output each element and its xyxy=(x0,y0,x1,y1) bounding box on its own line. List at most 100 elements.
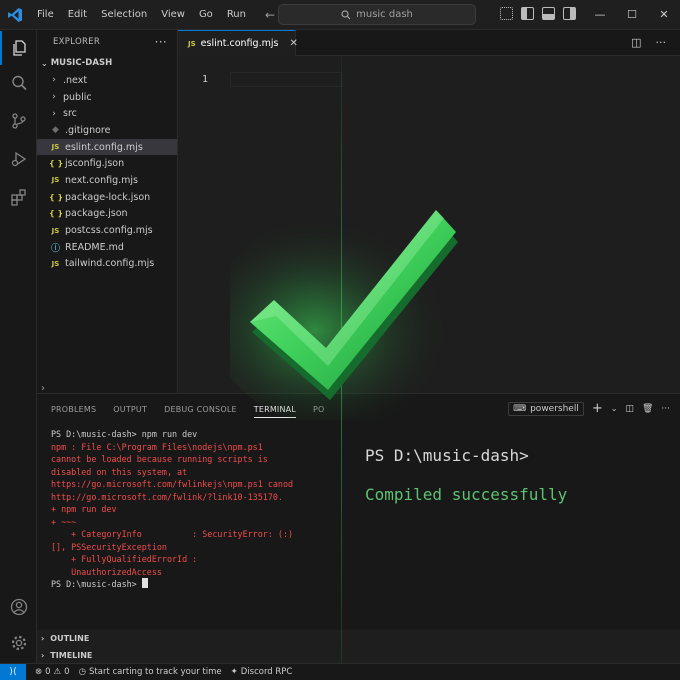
tab-problems[interactable]: PROBLEMS xyxy=(51,405,96,414)
close-window-icon[interactable]: ✕ xyxy=(648,0,680,30)
tree-folder[interactable]: › .next xyxy=(37,72,177,89)
search-icon[interactable] xyxy=(0,66,37,100)
status-bar: ⟩⟨ ⊗ 0 ⚠ 0 ◷ Start carting to track your… xyxy=(0,663,680,680)
tree-file[interactable]: JS postcss.config.mjs xyxy=(37,222,177,239)
more-actions-icon[interactable]: ··· xyxy=(661,404,670,414)
vscode-logo-icon xyxy=(0,0,30,30)
problems-status[interactable]: ⊗ 0 ⚠ 0 xyxy=(35,667,70,677)
menu-selection[interactable]: Selection xyxy=(94,0,154,30)
tree-file[interactable]: { } jsconfig.json xyxy=(37,155,177,172)
time-tracker-text: Start carting to track your time xyxy=(89,667,222,677)
menu-run[interactable]: Run xyxy=(220,0,253,30)
line-number: 1 xyxy=(202,74,209,85)
tab-eslint-config[interactable]: JS eslint.config.mjs ✕ xyxy=(178,30,298,56)
terminal-error-line: + FullyQualifiedErrorId : xyxy=(51,554,198,564)
tab-output[interactable]: OUTPUT xyxy=(113,405,147,414)
toggle-primary-sidebar-icon[interactable] xyxy=(521,7,534,20)
run-debug-icon[interactable] xyxy=(0,142,37,176)
menu-file[interactable]: File xyxy=(30,0,61,30)
gear-icon[interactable] xyxy=(0,626,37,660)
javascript-file-icon: JS xyxy=(51,226,60,235)
terminal-toolbar: ⌨ powershell + ⌄ ◫ 🗑 ··· xyxy=(508,401,670,416)
chevron-right-icon: › xyxy=(41,650,45,660)
menu-go[interactable]: Go xyxy=(192,0,220,30)
tree-item-label: package.json xyxy=(65,208,128,220)
editor-actions: ◫ ··· xyxy=(631,36,666,49)
discord-icon: ✦ xyxy=(230,667,238,677)
tree-item-label: eslint.config.mjs xyxy=(65,141,143,153)
tree-file[interactable]: JS tailwind.config.mjs xyxy=(37,256,177,273)
discord-status[interactable]: ✦ Discord RPC xyxy=(231,667,293,677)
toggle-panel-icon[interactable] xyxy=(542,7,555,20)
menu-edit[interactable]: Edit xyxy=(61,0,94,30)
more-actions-icon[interactable]: ··· xyxy=(155,35,167,49)
toggle-secondary-sidebar-icon[interactable] xyxy=(563,7,576,20)
account-icon[interactable] xyxy=(0,590,37,624)
trash-icon[interactable]: 🗑 xyxy=(642,404,653,414)
current-line-highlight xyxy=(230,72,342,87)
close-icon[interactable]: ✕ xyxy=(289,38,297,49)
window-controls: — ☐ ✕ xyxy=(584,0,680,30)
command-center-search[interactable]: music dash xyxy=(278,4,476,25)
outline-label: OUTLINE xyxy=(50,633,90,643)
terminal-error-line: [], PSSecurityException xyxy=(51,541,167,552)
javascript-file-icon: JS xyxy=(51,143,60,152)
json-file-icon: { } xyxy=(49,159,64,169)
warning-icon: ⚠ xyxy=(53,667,62,677)
terminal-error-line: + ~~~ xyxy=(51,516,77,527)
maximize-icon[interactable]: ☐ xyxy=(616,0,648,30)
time-tracker-status[interactable]: ◷ Start carting to track your time xyxy=(79,667,222,677)
terminal-error-line: + npm run dev xyxy=(51,504,117,514)
javascript-file-icon: JS xyxy=(188,39,196,48)
command-center-text: music dash xyxy=(356,9,413,20)
terminal-icon: ⌨ xyxy=(513,403,527,414)
checkmark-icon xyxy=(230,210,460,420)
tree-item-label: .gitignore xyxy=(65,124,111,136)
tree-item-label: README.md xyxy=(65,241,124,253)
tree-item-label: tailwind.config.mjs xyxy=(65,258,155,270)
terminal-output-right: PS D:\music-dash> Compiled successfully xyxy=(365,446,567,505)
title-bar: File Edit Selection View Go Run ← → musi… xyxy=(0,0,680,30)
tree-file[interactable]: JS eslint.config.mjs xyxy=(37,138,177,156)
tree-file[interactable]: ⓘ README.md xyxy=(37,239,177,256)
tree-item-label: package-lock.json xyxy=(65,191,151,203)
menu-view[interactable]: View xyxy=(154,0,192,30)
activity-bar xyxy=(0,30,37,663)
minimize-icon[interactable]: — xyxy=(584,0,616,30)
menu-bar: File Edit Selection View Go Run xyxy=(30,0,253,30)
split-terminal-icon[interactable]: ◫ xyxy=(625,404,634,414)
timeline-section[interactable]: › TIMELINE xyxy=(37,647,337,663)
discord-text: Discord RPC xyxy=(240,667,293,677)
layout-controls xyxy=(500,7,576,20)
workspace-root[interactable]: ⌄ MUSIC-DASH xyxy=(37,54,177,72)
chevron-down-icon[interactable]: ⌄ xyxy=(611,404,618,413)
clock-icon: ◷ xyxy=(78,667,87,677)
tree-file[interactable]: { } package-lock.json xyxy=(37,189,177,206)
tree-folder[interactable]: › src xyxy=(37,105,177,122)
explorer-icon[interactable] xyxy=(0,31,37,65)
tree-file[interactable]: { } package.json xyxy=(37,206,177,223)
chevron-right-icon: › xyxy=(52,108,56,119)
tree-folder[interactable]: › public xyxy=(37,89,177,106)
remote-indicator-icon[interactable]: ⟩⟨ xyxy=(0,663,26,680)
json-file-icon: { } xyxy=(49,192,64,202)
more-actions-icon[interactable]: ··· xyxy=(656,36,667,49)
warning-count: 0 xyxy=(64,667,70,677)
bottom-panel: PROBLEMS OUTPUT DEBUG CONSOLE TERMINAL P… xyxy=(37,393,680,630)
javascript-file-icon: JS xyxy=(51,259,60,268)
explorer-header: EXPLORER ··· xyxy=(37,30,177,54)
split-editor-icon[interactable]: ◫ xyxy=(631,36,641,49)
source-control-icon[interactable] xyxy=(0,104,37,138)
terminal-output[interactable]: PS D:\music-dash> npm run dev npm : File … xyxy=(51,428,341,591)
outline-section[interactable]: › OUTLINE xyxy=(37,630,337,646)
terminal-instance[interactable]: ⌨ powershell xyxy=(508,401,584,416)
terminal-error-line: http://go.microsoft.com/fwlink/?link10-1… xyxy=(51,491,283,502)
tree-file[interactable]: JS next.config.mjs xyxy=(37,172,177,189)
search-icon xyxy=(341,9,351,19)
tree-file[interactable]: ◆ .gitignore xyxy=(37,122,177,139)
extensions-icon[interactable] xyxy=(0,180,37,214)
tab-debug-console[interactable]: DEBUG CONSOLE xyxy=(164,405,237,414)
new-terminal-icon[interactable]: + xyxy=(592,401,603,416)
customize-layout-icon[interactable] xyxy=(500,7,513,20)
terminal-shell-label: powershell xyxy=(530,403,579,414)
